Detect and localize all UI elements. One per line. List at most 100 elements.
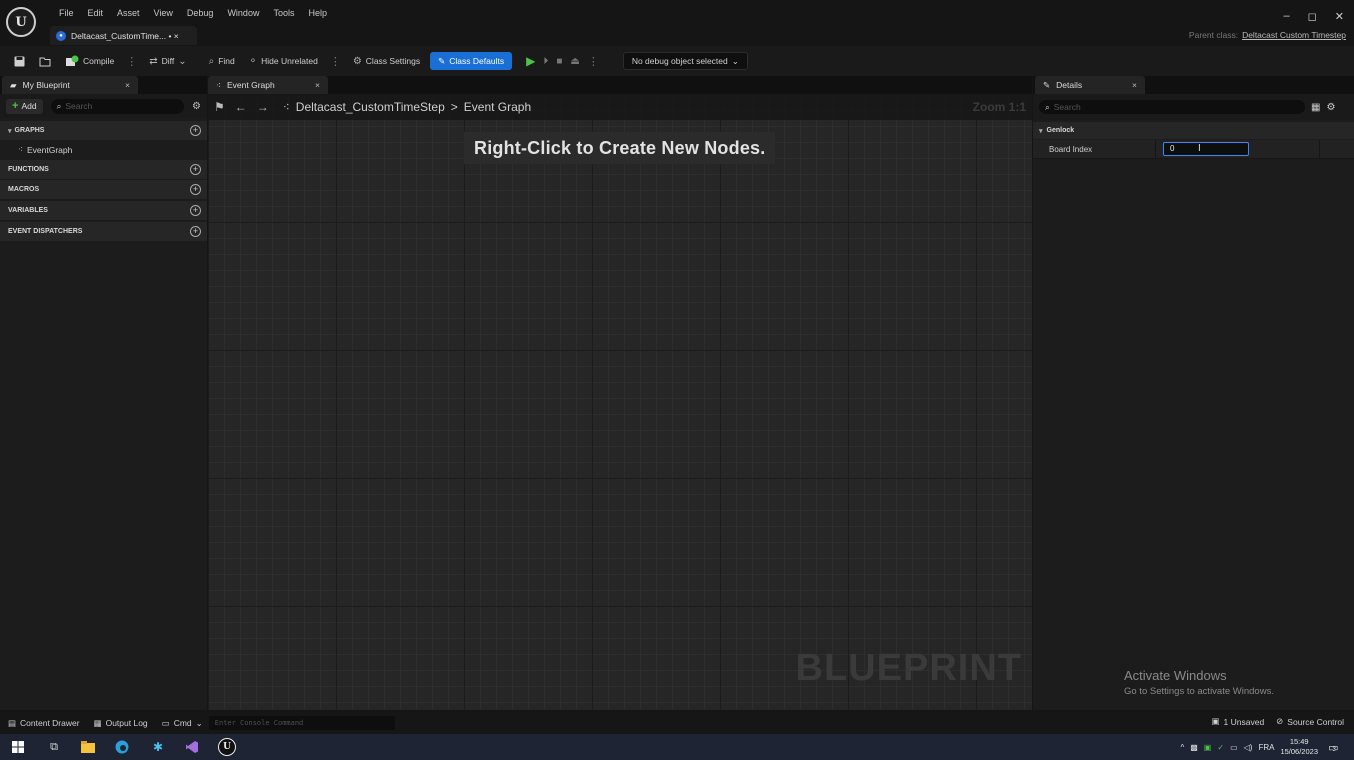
hide-unrelated-button[interactable]: ⚬ Hide Unrelated: [245, 50, 322, 72]
gear-icon[interactable]: ⚙: [1326, 102, 1335, 113]
source-control-button[interactable]: ⊘ Source Control: [1276, 716, 1344, 727]
column-divider[interactable]: [1319, 140, 1320, 159]
menu-tools[interactable]: Tools: [266, 6, 301, 20]
class-settings-label: Class Settings: [365, 56, 421, 66]
language-indicator[interactable]: FRA: [1258, 743, 1274, 752]
board-index-input[interactable]: 0: [1163, 142, 1249, 156]
class-defaults-button[interactable]: ✎ Class Defaults: [430, 52, 513, 70]
add-function-icon[interactable]: +: [190, 164, 201, 175]
task-view-icon[interactable]: ⧉: [46, 739, 62, 755]
terminal-icon: ▭: [161, 717, 170, 728]
section-variables[interactable]: VARIABLES +: [0, 201, 207, 220]
diff-button[interactable]: ⇄ Diff ⌄: [145, 50, 190, 72]
unreal-engine-taskbar-icon[interactable]: U: [218, 738, 236, 756]
close-button[interactable]: ✕: [1335, 10, 1344, 23]
compile-button[interactable]: Compile: [61, 50, 118, 72]
tray-app-icon[interactable]: ▣: [1204, 743, 1212, 752]
bookmark-icon[interactable]: ⚑: [214, 100, 225, 114]
tab-event-graph[interactable]: ⁖ Event Graph ×: [208, 76, 328, 94]
breadcrumb-leaf[interactable]: Event Graph: [464, 100, 531, 114]
add-graph-icon[interactable]: +: [190, 125, 201, 136]
play-icon[interactable]: ▶: [526, 54, 535, 68]
unsaved-button[interactable]: ▣ 1 Unsaved: [1212, 716, 1265, 727]
section-graphs[interactable]: ▾ GRAPHS +: [0, 121, 207, 140]
menu-help[interactable]: Help: [301, 6, 334, 20]
tray-app-icon[interactable]: ▩: [1190, 743, 1198, 752]
breadcrumb-root[interactable]: Deltacast_CustomTimeStep: [296, 100, 445, 114]
section-functions[interactable]: FUNCTIONS +: [0, 160, 207, 179]
section-macros[interactable]: MACROS +: [0, 180, 207, 199]
add-variable-icon[interactable]: +: [190, 205, 201, 216]
restore-button[interactable]: ◻: [1308, 10, 1317, 23]
back-arrow-icon[interactable]: ←: [235, 100, 247, 114]
graph-icon: ⁖: [18, 144, 23, 154]
tab-details[interactable]: ✎ Details ×: [1035, 76, 1145, 94]
menu-asset[interactable]: Asset: [110, 6, 147, 20]
browse-button[interactable]: [35, 50, 55, 72]
volume-icon[interactable]: ◁): [1244, 743, 1253, 752]
tray-app-icon[interactable]: ✓: [1217, 743, 1224, 752]
notifications-icon[interactable]: ▭3: [1324, 739, 1340, 755]
my-blueprint-panel: + Add ⌕ Search ⚙ ▾ GRAPHS + ⁖ EventGraph…: [0, 94, 207, 710]
find-button[interactable]: ⌕ Find: [205, 50, 239, 72]
my-blueprint-search-input[interactable]: ⌕ Search: [50, 98, 185, 114]
view-options-icon[interactable]: ▦: [1311, 102, 1320, 113]
add-event-dispatcher-icon[interactable]: +: [190, 226, 201, 237]
category-genlock[interactable]: ▾ Genlock: [1033, 122, 1354, 139]
cmd-dropdown[interactable]: ▭ Cmd ⌄: [162, 718, 203, 729]
hide-unrelated-options-icon[interactable]: ⋮: [328, 55, 343, 68]
menu-debug[interactable]: Debug: [180, 6, 221, 20]
menu-edit[interactable]: Edit: [81, 6, 111, 20]
app-icon[interactable]: ✱: [150, 739, 166, 755]
debug-object-select[interactable]: No debug object selected ⌄: [622, 52, 748, 70]
output-log-button[interactable]: ▦ Output Log: [94, 718, 148, 729]
find-icon: ⌕: [208, 55, 215, 67]
gear-icon[interactable]: ⚙: [192, 101, 201, 112]
visual-studio-icon[interactable]: [184, 739, 200, 755]
graph-item-eventgraph[interactable]: ⁖ EventGraph: [0, 140, 207, 159]
content-drawer-button[interactable]: ▤ Content Drawer: [8, 718, 80, 729]
menu-window[interactable]: Window: [220, 6, 266, 20]
section-event-dispatchers-label: EVENT DISPATCHERS: [8, 228, 83, 235]
close-icon[interactable]: ×: [315, 80, 320, 90]
document-tab[interactable]: ● Deltacast_CustomTime... • ×: [50, 26, 197, 45]
file-explorer-icon[interactable]: [80, 739, 96, 755]
save-icon: [14, 56, 25, 66]
status-bar: ▤ Content Drawer ▦ Output Log ▭ Cmd ⌄ En…: [0, 712, 1354, 734]
eject-icon[interactable]: ⏏: [570, 56, 579, 67]
stop-icon[interactable]: ■: [556, 56, 562, 67]
clock[interactable]: 15:49 15/06/2023: [1280, 737, 1318, 757]
column-divider[interactable]: [1155, 140, 1156, 159]
console-command-input[interactable]: Enter Console Command: [208, 716, 395, 730]
event-graph-canvas[interactable]: ⚑ ← → ⁖ Deltacast_CustomTimeStep > Event…: [208, 94, 1032, 710]
forward-arrow-icon[interactable]: →: [257, 100, 269, 114]
cmd-label: Cmd: [173, 718, 192, 728]
minimize-button[interactable]: –: [1284, 10, 1290, 23]
menu-file[interactable]: File: [52, 6, 81, 20]
play-options-icon[interactable]: ⋮: [588, 55, 599, 68]
network-icon[interactable]: ▭: [1230, 743, 1238, 752]
close-icon[interactable]: ×: [1132, 80, 1137, 90]
add-button[interactable]: + Add: [6, 98, 43, 114]
window-controls: – ◻ ✕: [1284, 10, 1344, 23]
menu-view[interactable]: View: [147, 6, 180, 20]
step-icon[interactable]: ⏵: [543, 56, 548, 67]
chevron-down-icon: ⌄: [731, 55, 739, 66]
add-macro-icon[interactable]: +: [190, 184, 201, 195]
edge-browser-icon[interactable]: [114, 739, 130, 755]
unreal-logo-icon[interactable]: U: [6, 7, 36, 37]
parent-class-link[interactable]: Deltacast Custom Timestep: [1242, 30, 1346, 40]
compile-options-icon[interactable]: ⋮: [124, 55, 139, 68]
save-button[interactable]: [10, 50, 29, 72]
close-icon[interactable]: ×: [125, 80, 130, 90]
show-hidden-icons-icon[interactable]: ^: [1180, 743, 1184, 752]
details-search-input[interactable]: ⌕ Search: [1039, 100, 1305, 114]
windows-start-icon[interactable]: [10, 739, 26, 755]
status-right: ▣ 1 Unsaved ⊘ Source Control: [1212, 716, 1345, 727]
unsaved-label: 1 Unsaved: [1223, 716, 1265, 727]
section-event-dispatchers[interactable]: EVENT DISPATCHERS +: [0, 222, 207, 241]
class-defaults-label: Class Defaults: [449, 56, 505, 66]
class-settings-button[interactable]: ⚙ Class Settings: [349, 50, 424, 72]
tab-my-blueprint[interactable]: ▰ My Blueprint ×: [2, 76, 138, 94]
windows-taskbar: ⧉ ✱ U ^ ▩ ▣ ✓ ▭ ◁) FRA 15:49 15/06/2023 …: [0, 734, 1354, 760]
